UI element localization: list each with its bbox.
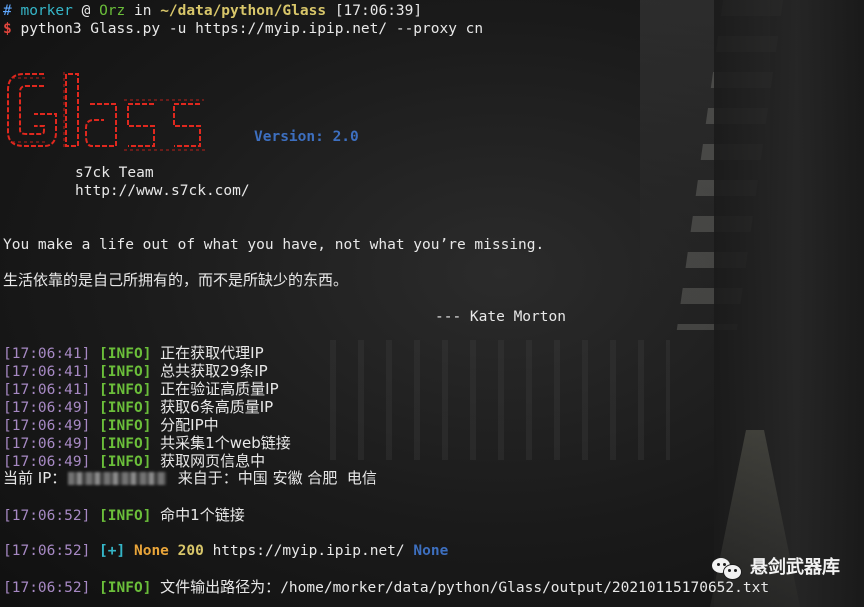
log-message: 分配IP中 <box>160 416 219 434</box>
team-name: s7ck Team <box>75 165 154 181</box>
log-tag: [INFO] <box>99 364 152 380</box>
shell-prompt: # morker @ Orz in ~/data/python/Glass [1… <box>3 2 422 20</box>
log-message: 正在验证高质量IP <box>160 380 279 398</box>
result-status-code: 200 <box>177 543 204 559</box>
log-time: [17:06:49] <box>3 436 91 452</box>
wechat-icon <box>712 556 742 580</box>
log-line: [17:06:49] [INFO] 分配IP中 <box>3 416 219 435</box>
quote-author: --- Kate Morton <box>435 309 566 325</box>
result-url[interactable]: https://myip.ipip.net/ <box>213 543 405 559</box>
watermark-text: 悬剑武器库 <box>750 557 840 578</box>
output-line: [17:06:52] [INFO] 文件输出路径为：/home/morker/d… <box>3 578 769 597</box>
log-time: [17:06:52] <box>3 508 91 524</box>
log-line: [17:06:49] [INFO] 获取6条高质量IP <box>3 398 273 417</box>
log-time: [17:06:49] <box>3 454 91 470</box>
log-line: [17:06:41] [INFO] 总共获取29条IP <box>3 362 268 381</box>
log-time: [17:06:52] <box>3 543 91 559</box>
result-status-word: None <box>133 543 169 559</box>
log-message: 获取6条高质量IP <box>160 398 274 416</box>
log-time: [17:06:49] <box>3 400 91 416</box>
log-line-hit: [17:06:52] [INFO] 命中1个链接 <box>3 506 245 525</box>
log-time: [17:06:41] <box>3 346 91 362</box>
current-ip-location: 来自于：中国 安徽 合肥 电信 <box>177 469 377 487</box>
prompt-hash: # <box>3 3 12 19</box>
log-message: 总共获取29条IP <box>160 362 268 380</box>
log-time: [17:06:52] <box>3 580 91 596</box>
log-line: [17:06:41] [INFO] 正在获取代理IP <box>3 344 264 363</box>
prompt-at: @ <box>81 3 91 19</box>
prompt-path: ~/data/python/Glass <box>160 3 327 19</box>
quote-english: You make a life out of what you have, no… <box>3 237 545 253</box>
result-line: [17:06:52] [+] None 200 https://myip.ipi… <box>3 542 448 560</box>
watermark: 悬剑武器库 <box>712 556 840 580</box>
result-title: None <box>413 543 449 559</box>
log-time: [17:06:49] <box>3 418 91 434</box>
log-tag: [INFO] <box>99 436 152 452</box>
log-tag: [INFO] <box>99 508 152 524</box>
log-time: [17:06:41] <box>3 364 91 380</box>
redacted-ip <box>68 472 167 485</box>
log-message: 正在获取代理IP <box>160 344 264 362</box>
log-line: [17:06:41] [INFO] 正在验证高质量IP <box>3 380 279 399</box>
prompt-host: Orz <box>99 3 126 19</box>
log-tag: [INFO] <box>99 400 152 416</box>
current-ip-line: 当前 IP： 来自于：中国 安徽 合肥 电信 <box>3 469 377 487</box>
terminal-window[interactable]: # morker @ Orz in ~/data/python/Glass [1… <box>0 0 864 607</box>
prompt-dollar: $ <box>3 21 12 37</box>
prompt-in: in <box>134 3 152 19</box>
log-tag: [INFO] <box>99 454 152 470</box>
prompt-time: [17:06:39] <box>334 3 423 19</box>
prompt-user: morker <box>20 3 73 19</box>
output-label: 文件输出路径为： <box>160 578 281 596</box>
output-path[interactable]: /home/morker/data/python/Glass/output/20… <box>280 580 769 596</box>
log-message: 命中1个链接 <box>160 506 245 524</box>
log-tag: [INFO] <box>99 418 152 434</box>
log-line: [17:06:49] [INFO] 共采集1个web链接 <box>3 434 291 453</box>
log-tag: [INFO] <box>99 580 152 596</box>
log-tag: [INFO] <box>99 346 152 362</box>
log-message: 共采集1个web链接 <box>160 434 291 452</box>
glass-ascii-logo <box>7 72 208 151</box>
current-ip-label: 当前 IP： <box>3 469 67 487</box>
log-tag: [INFO] <box>99 382 152 398</box>
command-line[interactable]: $ python3 Glass.py -u https://myip.ipip.… <box>3 20 483 38</box>
version-label: Version: 2.0 <box>254 129 359 145</box>
command-text[interactable]: python3 Glass.py -u https://myip.ipip.ne… <box>20 21 483 37</box>
quote-chinese: 生活依靠的是自己所拥有的，而不是所缺少的东西。 <box>3 271 349 289</box>
log-time: [17:06:41] <box>3 382 91 398</box>
result-tag: [+] <box>99 543 126 559</box>
log-message: 获取网页信息中 <box>160 452 266 470</box>
team-url[interactable]: http://www.s7ck.com/ <box>75 182 250 200</box>
